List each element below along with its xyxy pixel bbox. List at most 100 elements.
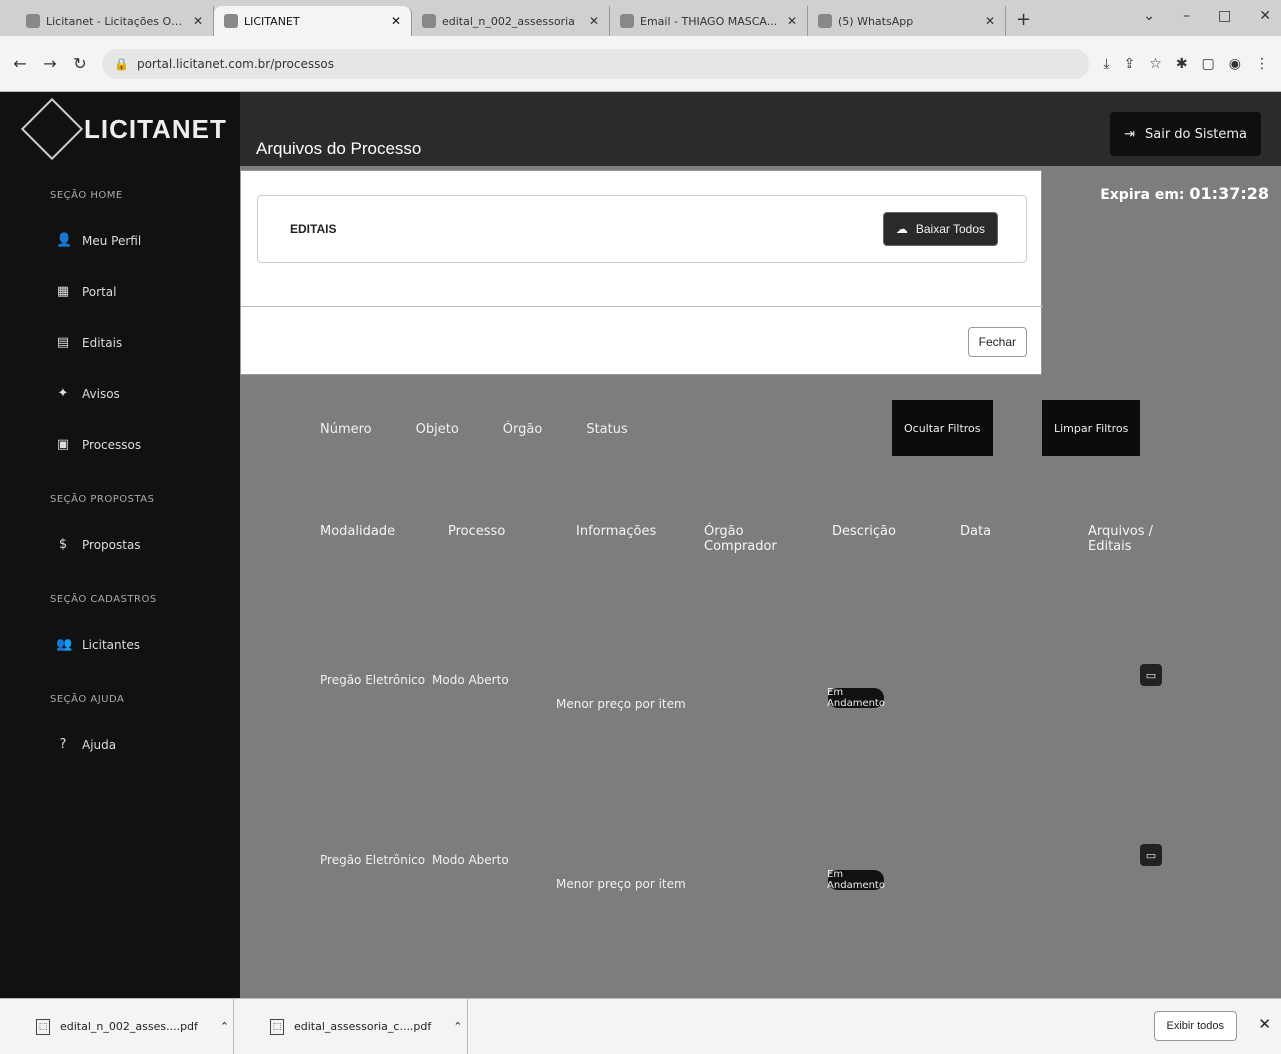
editais-card: EDITAIS ☁ Baixar Todos (257, 195, 1027, 263)
minimize-icon[interactable]: – (1183, 8, 1190, 24)
browser-tab[interactable]: edital_n_002_assessoria ✕ (412, 6, 610, 36)
chevron-up-icon[interactable]: ⌃ (220, 1020, 229, 1033)
sidebar-item-label: Propostas (82, 537, 141, 552)
close-tab-icon[interactable]: ✕ (391, 14, 401, 28)
exit-button[interactable]: ⇥ Sair do Sistema (1110, 112, 1261, 156)
close-tab-icon[interactable]: ✕ (985, 14, 995, 28)
sidebar-item-meu-perfil[interactable]: 👤 Meu Perfil (0, 215, 240, 266)
download-bar: ⬚ edital_n_002_asses....pdf ⌃ ⬚ edital_a… (0, 998, 1281, 1054)
lock-icon: 🔒 (114, 56, 129, 71)
window-controls: ⌄ – □ ✕ (1143, 8, 1271, 24)
show-all-button[interactable]: Exibir todos (1153, 1011, 1237, 1041)
download-all-label: Baixar Todos (915, 222, 985, 236)
address-bar[interactable]: 🔒 portal.licitanet.com.br/processos (102, 48, 1090, 79)
new-tab-button[interactable]: + (1006, 9, 1041, 36)
session-timer: Expira em: 01:37:28 (1100, 184, 1269, 203)
editais-label: EDITAIS (290, 222, 337, 236)
close-tab-icon[interactable]: ✕ (193, 14, 203, 28)
download-item[interactable]: ⬚ edital_assessoria_c....pdf ⌃ (234, 998, 468, 1054)
pdf-icon: ⬚ (270, 1018, 284, 1035)
dollar-icon: $ (58, 537, 68, 552)
download-icon[interactable]: ⤓ (1103, 56, 1109, 72)
user-icon: 👤 (56, 233, 73, 248)
close-icon[interactable]: ✕ (1259, 8, 1271, 24)
close-icon[interactable]: ✕ (1258, 1015, 1271, 1033)
help-icon: ? (59, 737, 67, 752)
sidebar-item-licitantes[interactable]: 👥 Licitantes (0, 619, 240, 670)
sidebar-item-label: Editais (82, 335, 123, 350)
menu-icon[interactable]: ⋮ (1255, 56, 1269, 72)
favicon-icon (422, 14, 436, 28)
bell-icon: ✦ (57, 386, 69, 401)
chevron-up-icon[interactable]: ⌃ (453, 1020, 462, 1033)
brand: LICITANET (0, 92, 240, 166)
sidebar-item-label: Portal (82, 284, 117, 299)
section-title: SEÇÃO AJUDA (50, 694, 125, 705)
pdf-icon: ⬚ (36, 1018, 50, 1035)
folder-icon[interactable]: ▭ (1140, 844, 1162, 866)
exit-label: Sair do Sistema (1144, 126, 1247, 142)
puzzle-icon[interactable]: ✱ (1176, 56, 1188, 72)
download-item[interactable]: ⬚ edital_n_002_asses....pdf ⌃ (0, 998, 234, 1054)
browser-tab[interactable]: Licitanet - Licitações On... ✕ (16, 6, 214, 36)
document-icon: ▤ (56, 335, 70, 350)
close-tab-icon[interactable]: ✕ (787, 14, 797, 28)
sidebar-item-label: Processos (82, 437, 142, 452)
column-header: Data (960, 524, 992, 539)
back-icon[interactable]: ← (12, 54, 28, 73)
browser-tab-active[interactable]: LICITANET ✕ (214, 6, 412, 36)
sidepanel-icon[interactable]: ▢ (1202, 56, 1215, 72)
close-tab-icon[interactable]: ✕ (589, 14, 599, 28)
download-all-button[interactable]: ☁ Baixar Todos (882, 212, 998, 246)
browser-extensions: ⤓ ⇪ ☆ ✱ ▢ ◉ ⋮ (1103, 56, 1269, 72)
filter-row: Número Objeto Órgão Status (320, 422, 628, 437)
section-title: SEÇÃO HOME (50, 190, 123, 201)
column-header: Informações (576, 524, 657, 539)
modal-header: Arquivos do Processo (240, 128, 1042, 170)
cell-processo: Modo Aberto (432, 853, 509, 867)
sidebar-item-editais[interactable]: ▤ Editais (0, 317, 240, 368)
maximize-icon[interactable]: □ (1218, 8, 1231, 24)
sidebar-item-processos[interactable]: ▣ Processos (0, 419, 240, 470)
tab-title: Licitanet - Licitações On... (46, 14, 187, 28)
cell-info: Menor preço por item (556, 877, 686, 891)
tab-title: (5) WhatsApp (838, 14, 914, 28)
browser-tab[interactable]: Email - THIAGO MASCA... ✕ (610, 6, 808, 36)
chevron-down-icon[interactable]: ⌄ (1143, 8, 1155, 24)
browser-tabbar: Licitanet - Licitações On... ✕ LICITANET… (0, 0, 1281, 36)
sidebar-item-portal[interactable]: ▦ Portal (0, 266, 240, 317)
folder-icon[interactable]: ▭ (1140, 664, 1162, 686)
profile-icon[interactable]: ◉ (1229, 56, 1241, 72)
sidebar-item-ajuda[interactable]: ? Ajuda (0, 719, 240, 770)
sidebar-item-label: Meu Perfil (82, 233, 142, 248)
sidebar-item-avisos[interactable]: ✦ Avisos (0, 368, 240, 419)
close-button[interactable]: Fechar (967, 327, 1027, 357)
filter-numero[interactable]: Número (320, 422, 372, 437)
column-header: Processo (448, 524, 506, 539)
sidebar-item-label: Ajuda (82, 737, 117, 752)
cell-info: Menor preço por item (556, 697, 686, 711)
favicon-icon (818, 14, 832, 28)
tab-title: edital_n_002_assessoria (442, 14, 575, 28)
timer-label: Expira em: (1100, 187, 1185, 203)
sidebar-item-propostas[interactable]: $ Propostas (0, 519, 240, 570)
modal-divider (241, 306, 1043, 307)
share-icon[interactable]: ⇪ (1124, 56, 1136, 72)
reload-icon[interactable]: ↻ (72, 54, 88, 73)
filter-status[interactable]: Status (586, 422, 627, 437)
cloud-download-icon: ☁ (895, 222, 908, 236)
favicon-icon (26, 14, 40, 28)
forward-icon[interactable]: → (42, 54, 58, 73)
download-filename: edital_assessoria_c....pdf (294, 1020, 432, 1033)
filter-objeto[interactable]: Objeto (416, 422, 459, 437)
clear-filters-button[interactable]: Limpar Filtros (1042, 400, 1141, 456)
tab-title: Email - THIAGO MASCA... (640, 14, 778, 28)
column-header: Arquivos / Editais (1088, 524, 1154, 554)
hide-filters-button[interactable]: Ocultar Filtros (892, 400, 993, 456)
sidebar: LICITANET SEÇÃO HOME 👤 Meu Perfil ▦ Portal… (0, 92, 240, 998)
filter-orgao[interactable]: Órgão (503, 422, 543, 437)
browser-tab[interactable]: (5) WhatsApp ✕ (808, 6, 1006, 36)
star-icon[interactable]: ☆ (1149, 56, 1162, 72)
users-icon: 👥 (56, 637, 73, 652)
sidebar-item-label: Avisos (82, 386, 120, 401)
